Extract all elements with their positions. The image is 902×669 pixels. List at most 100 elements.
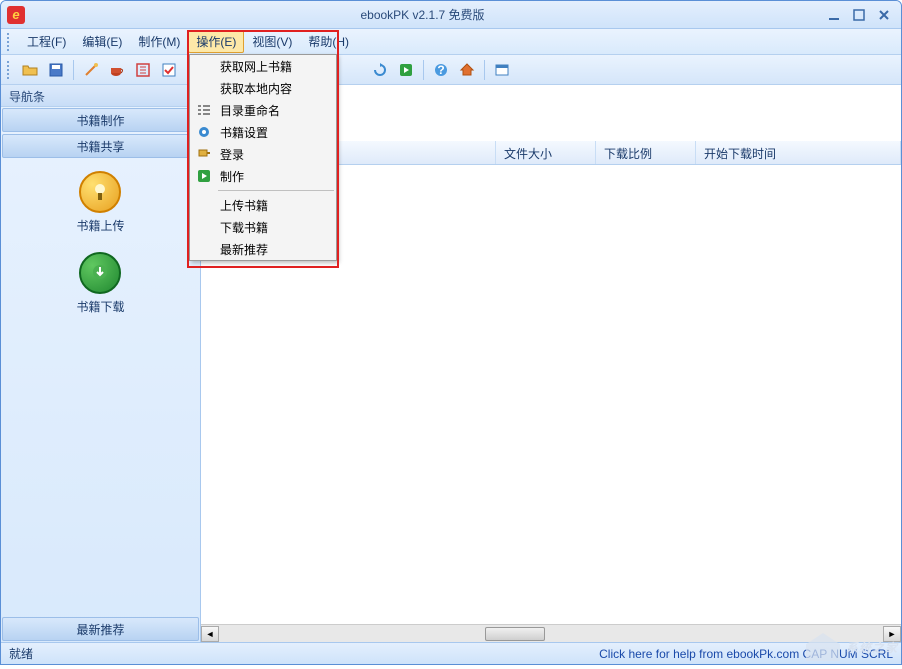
dd-fetch-online[interactable]: 获取网上书籍 [190, 55, 336, 77]
titlebar: e ebookPK v2.1.7 免费版 [1, 1, 901, 29]
play-icon [398, 62, 414, 78]
toolbar-separator [423, 60, 424, 80]
dd-label: 下载书籍 [220, 219, 268, 236]
toolbar-separator [484, 60, 485, 80]
app-window: e ebookPK v2.1.7 免费版 工程(F) 编辑(E) 制作(M) 操… [0, 0, 902, 665]
minimize-button[interactable] [823, 7, 845, 23]
tb-save[interactable] [45, 59, 67, 81]
blank-icon [194, 241, 214, 257]
maximize-button[interactable] [848, 7, 870, 23]
menu-project[interactable]: 工程(F) [19, 30, 74, 53]
tb-open[interactable] [19, 59, 41, 81]
scroll-thumb[interactable] [485, 627, 545, 641]
close-icon [878, 9, 890, 21]
dd-label: 目录重命名 [220, 102, 280, 119]
gear-icon [194, 124, 214, 140]
nav-header-share[interactable]: 书籍共享 [2, 134, 199, 158]
dropdown-separator [218, 190, 334, 191]
wand-icon [83, 62, 99, 78]
dd-upload-book[interactable]: 上传书籍 [190, 194, 336, 216]
svg-text:?: ? [437, 63, 444, 77]
col-size[interactable]: 文件大小 [496, 141, 596, 164]
menu-operate[interactable]: 操作(E) [188, 30, 244, 53]
coffee-icon [109, 62, 125, 78]
nav-download[interactable]: 书籍下载 [76, 252, 124, 315]
menu-view[interactable]: 视图(V) [244, 30, 300, 53]
dd-label: 上传书籍 [220, 197, 268, 214]
toolbar-separator [73, 60, 74, 80]
tb-help[interactable]: ? [430, 59, 452, 81]
nav-title: 导航条 [1, 85, 200, 107]
col-time[interactable]: 开始下载时间 [696, 141, 901, 164]
scroll-left-icon[interactable]: ◄ [201, 626, 219, 642]
play-icon [194, 168, 214, 184]
blank-icon [194, 197, 214, 213]
dd-label: 获取网上书籍 [220, 58, 292, 75]
nav-download-label: 书籍下载 [76, 298, 124, 315]
dd-login[interactable]: 登录 [190, 143, 336, 165]
tb-check[interactable] [158, 59, 180, 81]
dd-rename-toc[interactable]: 目录重命名 [190, 99, 336, 121]
dd-fetch-local[interactable]: 获取本地内容 [190, 77, 336, 99]
key-icon [194, 146, 214, 162]
tb-home[interactable] [456, 59, 478, 81]
help-icon: ? [433, 62, 449, 78]
scroll-right-icon[interactable]: ► [883, 626, 901, 642]
dd-download-book[interactable]: 下载书籍 [190, 216, 336, 238]
folder-open-icon [22, 62, 38, 78]
status-left: 就绪 [9, 645, 33, 662]
menubar-grip [7, 33, 13, 51]
nav-footer: 最新推荐 [1, 616, 200, 642]
tb-stamp[interactable] [132, 59, 154, 81]
status-help-link[interactable]: Click here for help from ebookPk.com CAP… [599, 647, 893, 661]
nav-body: 书籍上传 书籍下载 [1, 159, 200, 616]
menu-make[interactable]: 制作(M) [130, 30, 188, 53]
save-icon [48, 62, 64, 78]
download-icon [79, 252, 121, 294]
nav-header-make[interactable]: 书籍制作 [2, 108, 199, 132]
body-area: 导航条 书籍制作 书籍共享 书籍上传 书籍下载 最新推荐 [1, 85, 901, 642]
nav-upload-label: 书籍上传 [76, 217, 124, 234]
nav-panel: 导航条 书籍制作 书籍共享 书籍上传 书籍下载 最新推荐 [1, 85, 201, 642]
window-icon [494, 62, 510, 78]
dd-make[interactable]: 制作 [190, 165, 336, 187]
blank-icon [194, 80, 214, 96]
scroll-track[interactable] [219, 626, 883, 642]
stamp-icon [135, 62, 151, 78]
close-button[interactable] [873, 7, 895, 23]
dd-label: 登录 [220, 146, 244, 163]
minimize-icon [828, 9, 840, 21]
dd-label: 获取本地内容 [220, 80, 292, 97]
upload-icon [79, 171, 121, 213]
toolbar-grip [7, 61, 13, 79]
blank-icon [194, 219, 214, 235]
tb-play[interactable] [395, 59, 417, 81]
toolbar: W ? [1, 55, 901, 85]
horizontal-scrollbar[interactable]: ◄ ► [201, 624, 901, 642]
nav-upload[interactable]: 书籍上传 [76, 171, 124, 234]
dd-label: 制作 [220, 168, 244, 185]
tb-wand[interactable] [80, 59, 102, 81]
home-icon [459, 62, 475, 78]
operate-dropdown: 获取网上书籍 获取本地内容 目录重命名 书籍设置 登录 制作 上传书籍 下载书籍… [189, 54, 337, 261]
nav-header-recommend[interactable]: 最新推荐 [2, 617, 199, 641]
dd-book-settings[interactable]: 书籍设置 [190, 121, 336, 143]
dd-label: 最新推荐 [220, 241, 268, 258]
col-ratio[interactable]: 下载比例 [596, 141, 696, 164]
menu-help[interactable]: 帮助(H) [300, 30, 357, 53]
menubar: 工程(F) 编辑(E) 制作(M) 操作(E) 视图(V) 帮助(H) [1, 29, 901, 55]
dd-recommend[interactable]: 最新推荐 [190, 238, 336, 260]
tb-coffee[interactable] [106, 59, 128, 81]
menu-edit[interactable]: 编辑(E) [74, 30, 130, 53]
refresh-icon [372, 62, 388, 78]
tb-refresh[interactable] [369, 59, 391, 81]
window-title: ebookPK v2.1.7 免费版 [25, 6, 820, 23]
statusbar: 就绪 Click here for help from ebookPk.com … [1, 642, 901, 664]
dd-label: 书籍设置 [220, 124, 268, 141]
maximize-icon [853, 9, 865, 21]
check-icon [161, 62, 177, 78]
app-icon: e [7, 6, 25, 24]
tb-window[interactable] [491, 59, 513, 81]
blank-icon [194, 58, 214, 74]
list-icon [194, 102, 214, 118]
